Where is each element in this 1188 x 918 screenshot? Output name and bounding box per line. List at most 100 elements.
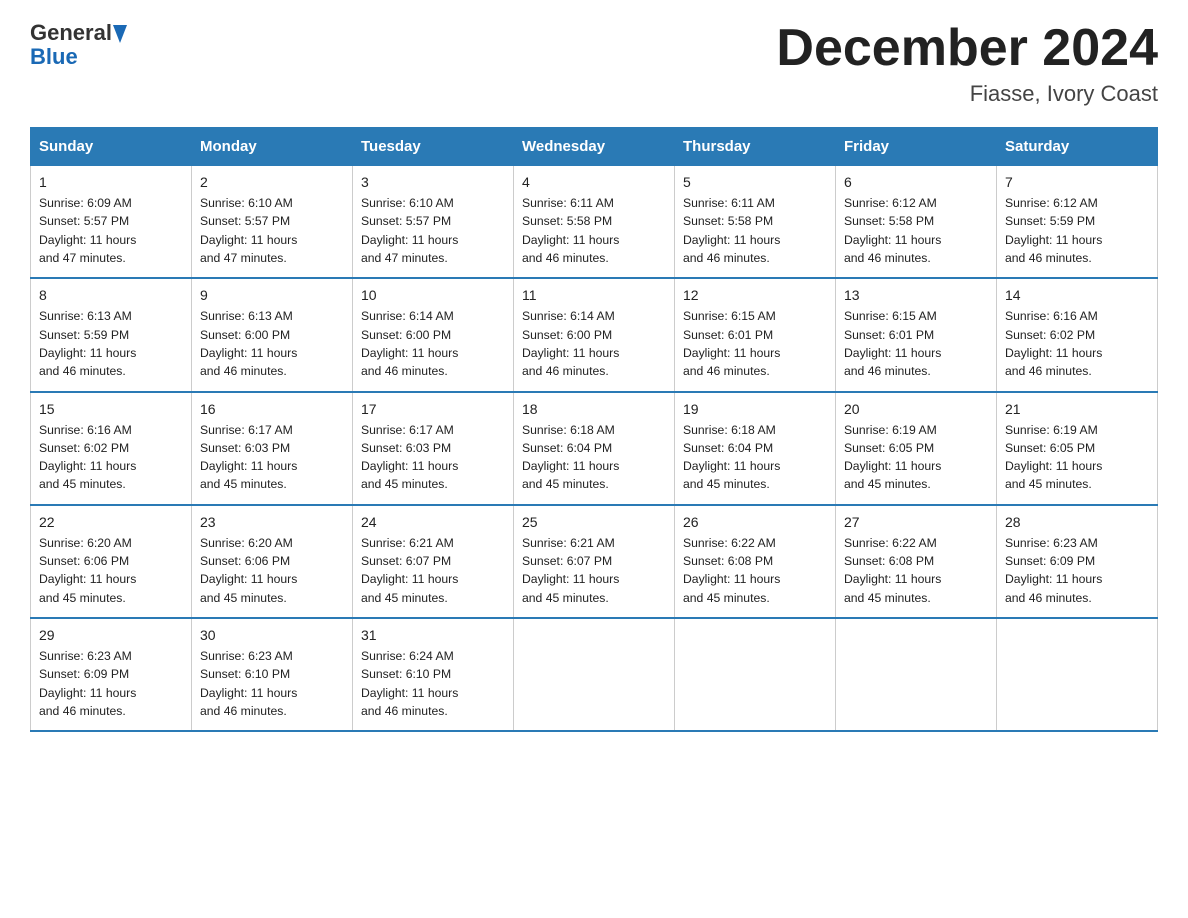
calendar-week-row: 8 Sunrise: 6:13 AMSunset: 5:59 PMDaylight…: [31, 278, 1158, 391]
day-number: 24: [361, 514, 505, 530]
calendar-cell: 17 Sunrise: 6:17 AMSunset: 6:03 PMDayligh…: [353, 392, 514, 505]
calendar-week-row: 1 Sunrise: 6:09 AMSunset: 5:57 PMDaylight…: [31, 166, 1158, 279]
day-info: Sunrise: 6:24 AMSunset: 6:10 PMDaylight:…: [361, 647, 505, 720]
day-number: 9: [200, 287, 344, 303]
calendar-cell: 15 Sunrise: 6:16 AMSunset: 6:02 PMDayligh…: [31, 392, 192, 505]
column-header-friday: Friday: [836, 128, 997, 166]
day-info: Sunrise: 6:10 AMSunset: 5:57 PMDaylight:…: [361, 194, 505, 267]
logo-triangle-icon: [113, 25, 127, 43]
day-info: Sunrise: 6:13 AMSunset: 5:59 PMDaylight:…: [39, 307, 183, 380]
day-number: 29: [39, 627, 183, 643]
calendar-cell: 28 Sunrise: 6:23 AMSunset: 6:09 PMDayligh…: [997, 505, 1158, 618]
day-number: 15: [39, 401, 183, 417]
day-info: Sunrise: 6:17 AMSunset: 6:03 PMDaylight:…: [361, 421, 505, 494]
calendar-cell: 26 Sunrise: 6:22 AMSunset: 6:08 PMDayligh…: [675, 505, 836, 618]
day-info: Sunrise: 6:18 AMSunset: 6:04 PMDaylight:…: [683, 421, 827, 494]
calendar-cell: 22Sunrise: 6:20 AMSunset: 6:06 PMDayligh…: [31, 505, 192, 618]
day-number: 18: [522, 401, 666, 417]
day-info: Sunrise: 6:14 AMSunset: 6:00 PMDaylight:…: [522, 307, 666, 380]
day-number: 2: [200, 174, 344, 190]
calendar-cell: 9 Sunrise: 6:13 AMSunset: 6:00 PMDaylight…: [192, 278, 353, 391]
column-header-wednesday: Wednesday: [514, 128, 675, 166]
calendar-cell: 16 Sunrise: 6:17 AMSunset: 6:03 PMDayligh…: [192, 392, 353, 505]
logo-general-text: General: [30, 20, 112, 46]
column-header-tuesday: Tuesday: [353, 128, 514, 166]
calendar-cell: 25 Sunrise: 6:21 AMSunset: 6:07 PMDayligh…: [514, 505, 675, 618]
day-info: Sunrise: 6:13 AMSunset: 6:00 PMDaylight:…: [200, 307, 344, 380]
calendar-cell: 10 Sunrise: 6:14 AMSunset: 6:00 PMDayligh…: [353, 278, 514, 391]
calendar-week-row: 29 Sunrise: 6:23 AMSunset: 6:09 PMDayligh…: [31, 618, 1158, 731]
calendar-cell: 27 Sunrise: 6:22 AMSunset: 6:08 PMDayligh…: [836, 505, 997, 618]
column-header-monday: Monday: [192, 128, 353, 166]
day-info: Sunrise: 6:22 AMSunset: 6:08 PMDaylight:…: [844, 534, 988, 607]
calendar-cell: 24Sunrise: 6:21 AMSunset: 6:07 PMDayligh…: [353, 505, 514, 618]
day-number: 27: [844, 514, 988, 530]
day-number: 26: [683, 514, 827, 530]
calendar-table: SundayMondayTuesdayWednesdayThursdayFrid…: [30, 127, 1158, 732]
day-number: 16: [200, 401, 344, 417]
calendar-cell: 19 Sunrise: 6:18 AMSunset: 6:04 PMDayligh…: [675, 392, 836, 505]
calendar-cell: [836, 618, 997, 731]
column-header-saturday: Saturday: [997, 128, 1158, 166]
day-info: Sunrise: 6:15 AMSunset: 6:01 PMDaylight:…: [844, 307, 988, 380]
day-number: 25: [522, 514, 666, 530]
day-info: Sunrise: 6:20 AMSunset: 6:06 PMDaylight:…: [39, 534, 183, 607]
day-info: Sunrise: 6:12 AMSunset: 5:59 PMDaylight:…: [1005, 194, 1149, 267]
calendar-cell: 3 Sunrise: 6:10 AMSunset: 5:57 PMDaylight…: [353, 166, 514, 279]
calendar-cell: 11 Sunrise: 6:14 AMSunset: 6:00 PMDayligh…: [514, 278, 675, 391]
calendar-cell: 1 Sunrise: 6:09 AMSunset: 5:57 PMDaylight…: [31, 166, 192, 279]
day-number: 31: [361, 627, 505, 643]
calendar-cell: [514, 618, 675, 731]
day-info: Sunrise: 6:11 AMSunset: 5:58 PMDaylight:…: [522, 194, 666, 267]
day-info: Sunrise: 6:15 AMSunset: 6:01 PMDaylight:…: [683, 307, 827, 380]
day-info: Sunrise: 6:17 AMSunset: 6:03 PMDaylight:…: [200, 421, 344, 494]
day-number: 28: [1005, 514, 1149, 530]
day-number: 23: [200, 514, 344, 530]
page-header: General Blue December 2024 Fiasse, Ivory…: [30, 20, 1158, 107]
day-info: Sunrise: 6:09 AMSunset: 5:57 PMDaylight:…: [39, 194, 183, 267]
calendar-cell: 6 Sunrise: 6:12 AMSunset: 5:58 PMDaylight…: [836, 166, 997, 279]
day-number: 30: [200, 627, 344, 643]
day-number: 1: [39, 174, 183, 190]
day-info: Sunrise: 6:23 AMSunset: 6:09 PMDaylight:…: [1005, 534, 1149, 607]
calendar-week-row: 22Sunrise: 6:20 AMSunset: 6:06 PMDayligh…: [31, 505, 1158, 618]
day-number: 3: [361, 174, 505, 190]
day-info: Sunrise: 6:21 AMSunset: 6:07 PMDaylight:…: [522, 534, 666, 607]
day-number: 6: [844, 174, 988, 190]
day-info: Sunrise: 6:12 AMSunset: 5:58 PMDaylight:…: [844, 194, 988, 267]
day-info: Sunrise: 6:16 AMSunset: 6:02 PMDaylight:…: [1005, 307, 1149, 380]
day-info: Sunrise: 6:23 AMSunset: 6:10 PMDaylight:…: [200, 647, 344, 720]
calendar-cell: 4Sunrise: 6:11 AMSunset: 5:58 PMDaylight…: [514, 166, 675, 279]
day-number: 14: [1005, 287, 1149, 303]
column-header-thursday: Thursday: [675, 128, 836, 166]
calendar-cell: [675, 618, 836, 731]
calendar-cell: 13Sunrise: 6:15 AMSunset: 6:01 PMDayligh…: [836, 278, 997, 391]
calendar-cell: 5Sunrise: 6:11 AMSunset: 5:58 PMDaylight…: [675, 166, 836, 279]
calendar-cell: [997, 618, 1158, 731]
day-info: Sunrise: 6:22 AMSunset: 6:08 PMDaylight:…: [683, 534, 827, 607]
calendar-header-row: SundayMondayTuesdayWednesdayThursdayFrid…: [31, 128, 1158, 166]
day-info: Sunrise: 6:11 AMSunset: 5:58 PMDaylight:…: [683, 194, 827, 267]
calendar-cell: 12Sunrise: 6:15 AMSunset: 6:01 PMDayligh…: [675, 278, 836, 391]
calendar-cell: 20Sunrise: 6:19 AMSunset: 6:05 PMDayligh…: [836, 392, 997, 505]
day-number: 10: [361, 287, 505, 303]
calendar-cell: 7Sunrise: 6:12 AMSunset: 5:59 PMDaylight…: [997, 166, 1158, 279]
day-info: Sunrise: 6:23 AMSunset: 6:09 PMDaylight:…: [39, 647, 183, 720]
location-text: Fiasse, Ivory Coast: [776, 81, 1158, 107]
calendar-cell: 2 Sunrise: 6:10 AMSunset: 5:57 PMDaylight…: [192, 166, 353, 279]
day-number: 17: [361, 401, 505, 417]
day-number: 11: [522, 287, 666, 303]
day-info: Sunrise: 6:14 AMSunset: 6:00 PMDaylight:…: [361, 307, 505, 380]
calendar-cell: 30 Sunrise: 6:23 AMSunset: 6:10 PMDayligh…: [192, 618, 353, 731]
day-info: Sunrise: 6:10 AMSunset: 5:57 PMDaylight:…: [200, 194, 344, 267]
day-number: 8: [39, 287, 183, 303]
day-info: Sunrise: 6:18 AMSunset: 6:04 PMDaylight:…: [522, 421, 666, 494]
day-info: Sunrise: 6:16 AMSunset: 6:02 PMDaylight:…: [39, 421, 183, 494]
day-number: 19: [683, 401, 827, 417]
logo: General Blue: [30, 20, 127, 70]
day-info: Sunrise: 6:19 AMSunset: 6:05 PMDaylight:…: [1005, 421, 1149, 494]
calendar-week-row: 15 Sunrise: 6:16 AMSunset: 6:02 PMDayligh…: [31, 392, 1158, 505]
day-number: 21: [1005, 401, 1149, 417]
calendar-cell: 31 Sunrise: 6:24 AMSunset: 6:10 PMDayligh…: [353, 618, 514, 731]
calendar-cell: 29 Sunrise: 6:23 AMSunset: 6:09 PMDayligh…: [31, 618, 192, 731]
